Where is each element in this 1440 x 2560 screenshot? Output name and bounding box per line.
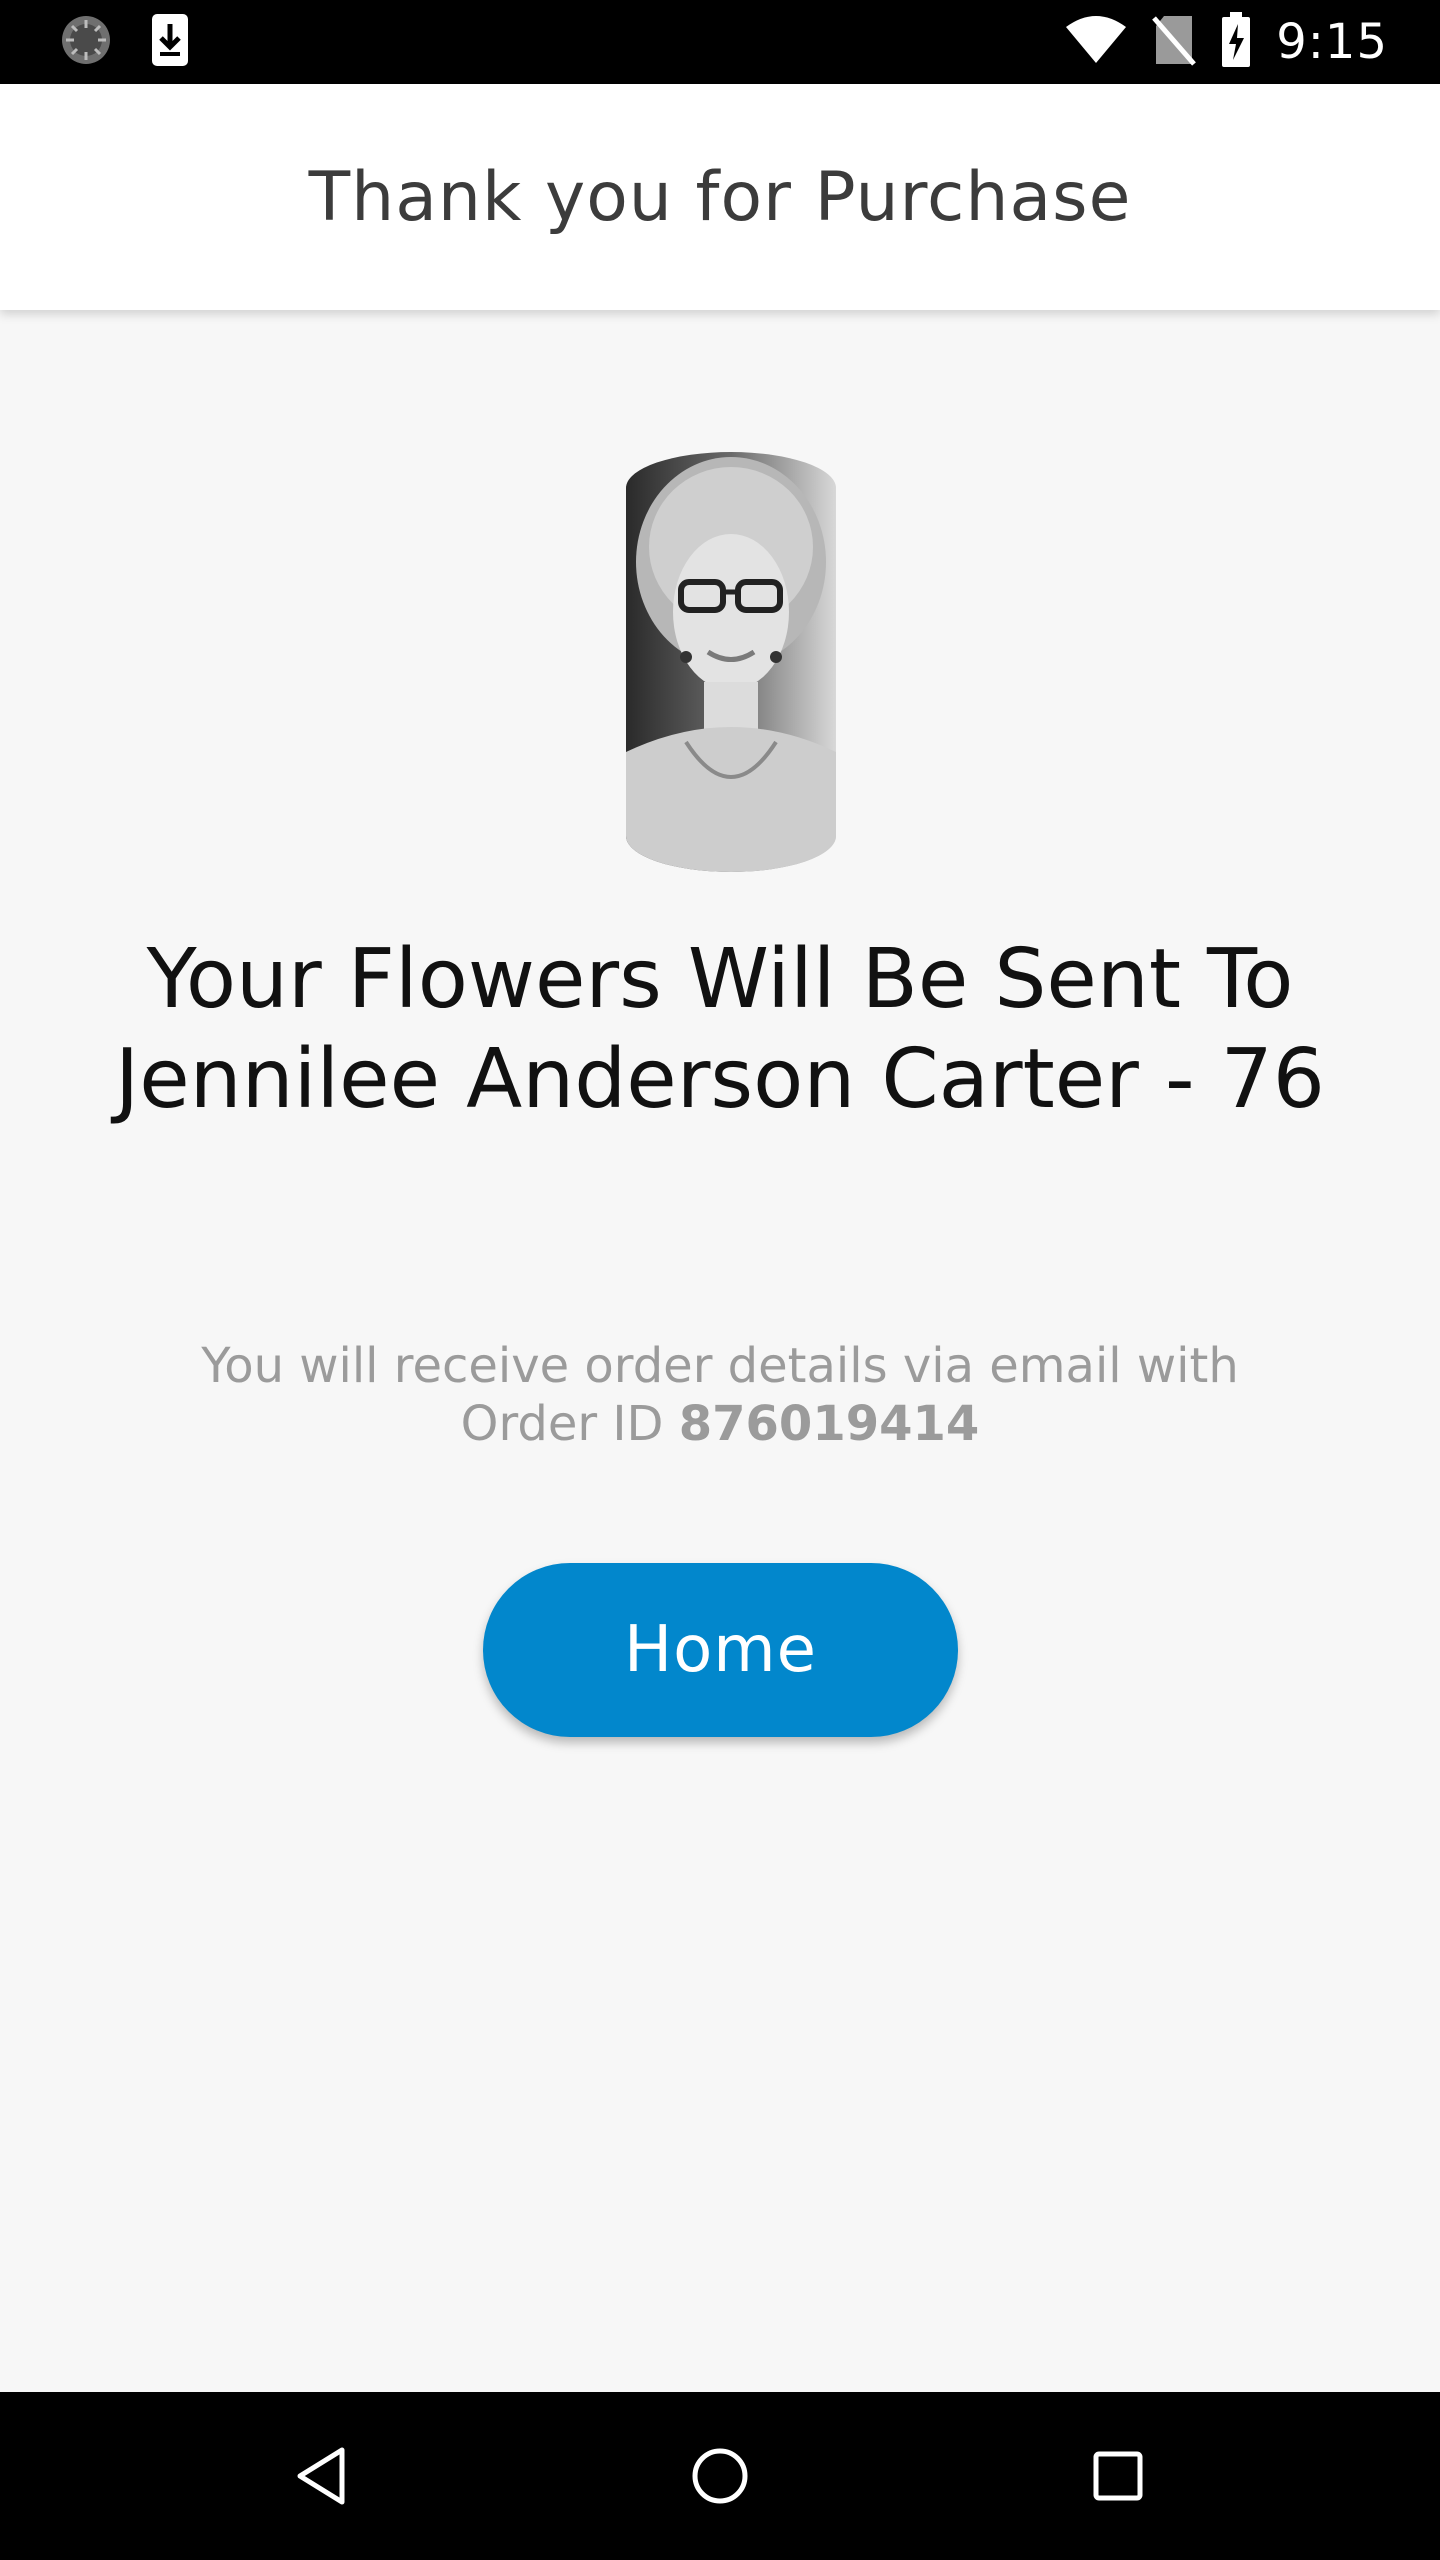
status-time: 9:15: [1276, 14, 1388, 70]
home-button[interactable]: Home: [483, 1563, 958, 1737]
sync-icon: [60, 14, 112, 70]
order-id: 876019414: [678, 1396, 980, 1452]
screen: 9:15 Thank you for Purchase Your Flowers…: [0, 0, 1440, 2560]
navigation-bar: [0, 2392, 1440, 2560]
portrait-photo: [626, 452, 836, 872]
confirmation-headline: Your Flowers Will Be Sent To Jennilee An…: [115, 932, 1325, 1127]
download-icon: [150, 12, 190, 72]
no-sim-icon: [1152, 14, 1197, 70]
back-icon[interactable]: [282, 2436, 362, 2516]
battery-charging-icon: [1220, 12, 1252, 72]
recents-icon[interactable]: [1078, 2436, 1158, 2516]
wifi-icon: [1064, 15, 1128, 69]
order-info: You will receive order details via email…: [140, 1337, 1300, 1453]
app-bar: Thank you for Purchase: [0, 84, 1440, 310]
home-nav-icon[interactable]: [680, 2436, 760, 2516]
status-bar: 9:15: [0, 0, 1440, 84]
page-title: Thank you for Purchase: [308, 157, 1132, 237]
